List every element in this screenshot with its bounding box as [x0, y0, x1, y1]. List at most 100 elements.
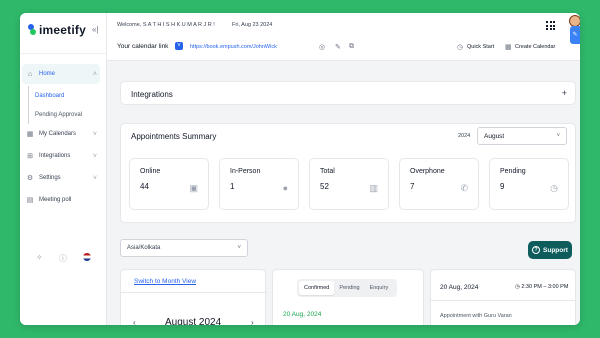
calendar-link-label: Your calendar link	[117, 43, 169, 50]
id-card-icon: ▣	[189, 183, 198, 193]
stat-label: Pending	[500, 168, 526, 175]
sidebar-item-integrations[interactable]: ⊞ Integrations ˅	[22, 146, 100, 166]
chevron-down-icon: ˅	[92, 174, 97, 182]
link-info-icon[interactable]: ◎	[319, 43, 325, 51]
sidebar-item-meeting-poll[interactable]: ▤ Meeting poll	[22, 190, 100, 210]
brand-name: imeetify	[39, 23, 86, 37]
integrations-panel[interactable]: Integrations +	[120, 81, 576, 105]
chevron-down-icon: ˅	[92, 130, 97, 138]
stat-card-total: Total 52 ▥	[309, 158, 389, 210]
stat-value: 44	[140, 182, 149, 191]
calendar-link[interactable]: https://book.empush.com/JohnWick	[190, 44, 277, 50]
chevron-up-icon: ˄	[92, 70, 97, 78]
timezone-select[interactable]: Asia/Kolkata ˅	[120, 239, 248, 257]
stat-value: 1	[230, 182, 235, 191]
sidebar-item-dashboard[interactable]: Dashboard	[35, 86, 100, 105]
stat-card-overphone: Overphone 7 ✆	[399, 158, 479, 210]
tab-confirmed[interactable]: Confirmed	[299, 281, 335, 295]
expand-icon[interactable]: +	[562, 88, 567, 98]
detail-title[interactable]: Appointment with Guru Varan	[440, 313, 512, 319]
switch-month-view-link[interactable]: Switch to Month View	[134, 278, 196, 285]
sidebar-subnav: Dashboard Pending Approval	[28, 86, 100, 124]
stat-label: Overphone	[410, 168, 445, 175]
calendar-add-icon: ▦	[505, 44, 512, 51]
summary-year: 2024	[458, 133, 471, 139]
detail-time: ◷ 2:30 PM – 3:00 PM	[515, 284, 568, 290]
flag-icon[interactable]	[82, 253, 91, 261]
stat-card-online: Online 44 ▣	[129, 158, 209, 210]
appointment-tabs: Confirmed Pending Enquiry	[297, 279, 397, 297]
phone-icon: ✆	[460, 183, 468, 193]
clock-icon: ◷	[550, 183, 558, 193]
calendar-panel: Switch to Month View ‹ August 2024 ›	[120, 269, 267, 325]
sidebar-item-my-calendars[interactable]: ▦ My Calendars ˅	[22, 124, 100, 144]
sidebar-footer: ✧ ⓘ	[20, 253, 107, 264]
sidebar: imeetify «| ⌂ Home ˄ Dashboard Pending A…	[20, 13, 107, 325]
quick-start-icon: ◷	[457, 44, 464, 51]
create-calendar-button[interactable]: Create Calendar	[515, 44, 555, 50]
calendar-month-label: August 2024	[165, 317, 222, 325]
sidebar-item-home[interactable]: ⌂ Home ˄	[22, 64, 100, 84]
sidebar-item-label: Home	[39, 71, 56, 77]
chevron-right-icon[interactable]: ›	[251, 318, 254, 325]
magic-icon[interactable]: ✧	[36, 253, 43, 264]
support-label: Support	[543, 246, 568, 254]
info-icon[interactable]: ⓘ	[59, 253, 67, 264]
poll-icon: ▤	[26, 197, 34, 204]
apps-grid-icon[interactable]	[546, 21, 555, 30]
month-value: August	[484, 133, 505, 140]
chevron-left-icon[interactable]: ‹	[133, 318, 136, 325]
stat-label: In-Person	[230, 168, 261, 175]
feedback-tab[interactable]: ✎	[570, 26, 580, 44]
welcome-text: Welcome, S A T H I S H K U M A R J R !	[117, 22, 215, 28]
detail-time-text: 2:30 PM – 3:00 PM	[521, 284, 569, 290]
logo: imeetify	[28, 23, 86, 37]
calendar-icon: ▦	[26, 131, 34, 138]
stat-value: 52	[320, 182, 329, 191]
timezone-value: Asia/Kolkata	[127, 245, 161, 251]
tab-pending[interactable]: Pending	[334, 281, 364, 295]
clock-icon: ◷	[515, 284, 520, 290]
sidebar-item-label: My Calendars	[39, 131, 77, 137]
stat-label: Total	[320, 168, 335, 175]
edit-icon[interactable]: ✎	[335, 43, 341, 51]
gear-icon: ⚙	[26, 175, 34, 182]
integrations-icon: ⊞	[27, 153, 33, 160]
chevron-down-icon: ˅	[556, 133, 560, 139]
stat-value: 7	[410, 182, 415, 191]
calculator-icon: ▥	[369, 183, 378, 193]
chevron-down-icon: ˅	[237, 245, 241, 251]
divider	[431, 300, 577, 301]
list-date: 20 Aug, 2024	[283, 311, 322, 318]
detail-date: 20 Aug, 2024	[440, 284, 479, 291]
month-select[interactable]: August ˅	[477, 127, 567, 145]
logo-mark-icon	[28, 24, 36, 36]
sidebar-item-settings[interactable]: ⚙ Settings ˅	[22, 168, 100, 188]
copy-icon[interactable]: ⧉	[349, 43, 354, 51]
help-icon: ?	[532, 246, 541, 254]
sidebar-item-label: Settings	[39, 175, 61, 181]
appointments-summary: Appointments Summary 2024 August ˅ Onlin…	[120, 123, 576, 223]
sidebar-nav: ⌂ Home ˄ Dashboard Pending Approval ▦ My…	[22, 64, 100, 212]
divider	[20, 53, 107, 54]
sidebar-item-pending-approval[interactable]: Pending Approval	[35, 105, 100, 124]
divider	[121, 292, 267, 293]
integrations-title: Integrations	[131, 90, 173, 99]
appointments-list-panel: Confirmed Pending Enquiry 20 Aug, 2024	[272, 269, 424, 325]
summary-title: Appointments Summary	[131, 132, 217, 141]
person-icon: ●	[282, 183, 288, 193]
collapse-sidebar-icon[interactable]: «|	[92, 25, 99, 34]
appointment-detail-panel: 20 Aug, 2024 ◷ 2:30 PM – 3:00 PM Appoint…	[430, 269, 577, 325]
stat-value: 9	[500, 182, 505, 191]
tab-enquiry[interactable]: Enquiry	[365, 281, 394, 295]
support-button[interactable]: ? Support	[528, 241, 572, 259]
home-icon: ⌂	[27, 70, 33, 78]
sidebar-item-label: Integrations	[39, 153, 71, 159]
app-window: imeetify «| ⌂ Home ˄ Dashboard Pending A…	[20, 13, 580, 325]
sidebar-item-label: Meeting poll	[39, 197, 72, 203]
chevron-down-icon: ˅	[92, 152, 97, 160]
calendar-link-dropdown-icon[interactable]: ˅	[175, 42, 183, 50]
top-header: Welcome, S A T H I S H K U M A R J R ! F…	[107, 13, 580, 61]
quick-start-button[interactable]: Quick Start	[467, 44, 494, 50]
stat-label: Online	[140, 168, 161, 175]
